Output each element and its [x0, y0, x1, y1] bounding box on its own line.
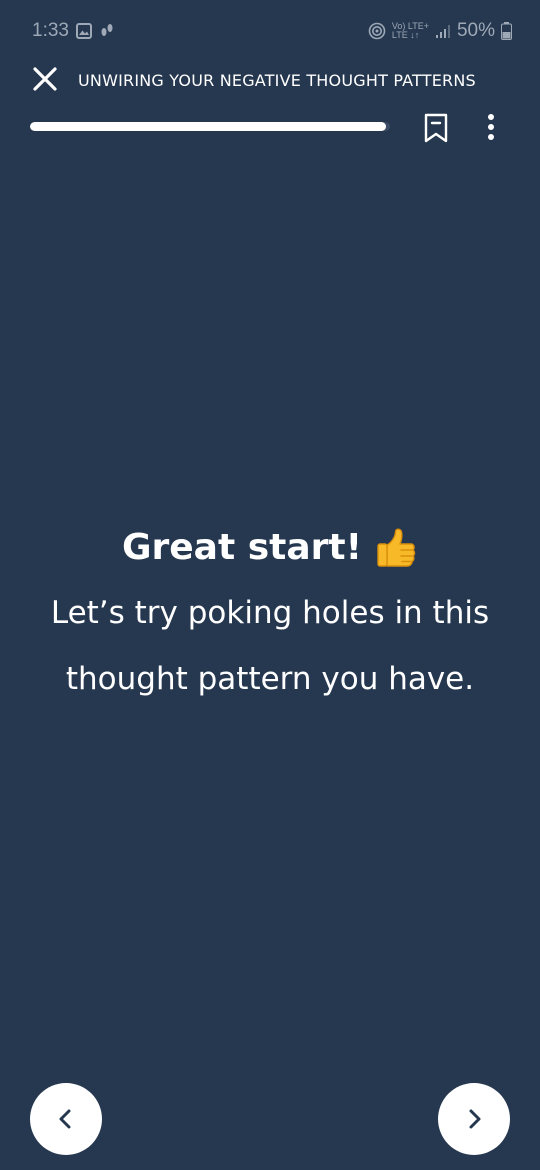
chevron-left-icon: [59, 1109, 71, 1129]
body-text: Let’s try poking holes in this thought p…: [50, 580, 490, 712]
battery-icon: [501, 22, 512, 40]
battery-level: 50%: [456, 20, 495, 41]
thumbs-up-icon: [377, 528, 416, 567]
previous-button[interactable]: [30, 1083, 102, 1155]
status-bar: 1:33 Vo) LTE+ LTE ↓↑ 50%: [0, 0, 540, 62]
next-button[interactable]: [438, 1083, 510, 1155]
body-line-1: Let’s try poking holes in this: [50, 595, 490, 631]
signal-strength-icon: [435, 25, 450, 38]
close-icon: [33, 67, 57, 91]
gallery-notification-icon: [76, 23, 92, 44]
bookmark-button[interactable]: [422, 112, 450, 144]
lesson-title: UNWIRING YOUR NEGATIVE THOUGHT PATTERNS: [78, 71, 476, 90]
chevron-right-icon: [469, 1109, 481, 1129]
lesson-message: Great start! Let’s try poking holes in t…: [0, 520, 540, 712]
lesson-progress-fill: [30, 122, 387, 131]
close-button[interactable]: [30, 64, 60, 94]
bookmark-icon: [424, 113, 448, 143]
lesson-progress-bar: [30, 122, 390, 131]
status-time: 1:33: [32, 20, 69, 41]
footsteps-icon: [100, 22, 114, 44]
body-line-2: thought pattern you have.: [65, 661, 475, 697]
more-options-button[interactable]: [482, 112, 500, 142]
network-type-bottom: LTE ↓↑: [391, 30, 420, 40]
headline: Great start!: [122, 520, 418, 576]
status-indicators: Vo) LTE+ LTE ↓↑ 50%: [368, 20, 512, 42]
hotspot-icon: [368, 22, 386, 40]
headline-text: Great start!: [121, 527, 363, 568]
more-vertical-icon: [488, 114, 494, 140]
network-type: Vo) LTE+ LTE ↓↑: [392, 22, 429, 40]
